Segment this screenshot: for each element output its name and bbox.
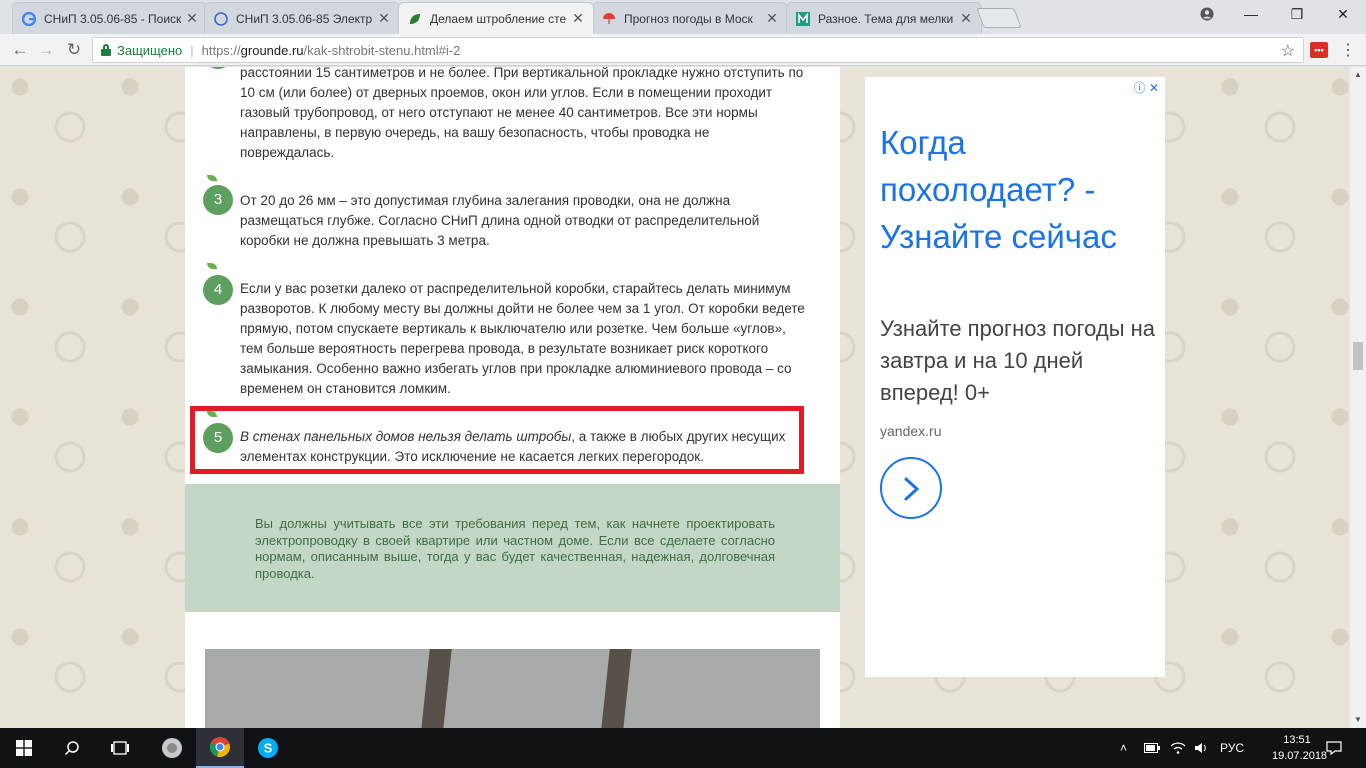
app-icon[interactable] — [148, 728, 196, 768]
volume-icon[interactable] — [1194, 728, 1210, 768]
list-item-text: От 20 до 26 мм – это допустимая глубина … — [240, 193, 760, 248]
article-photo — [205, 649, 820, 728]
close-icon[interactable]: ✕ — [765, 10, 779, 27]
notifications-icon[interactable] — [1326, 728, 1342, 768]
language-indicator[interactable]: РУС — [1220, 728, 1244, 768]
number-badge — [203, 67, 233, 69]
tab-5-title: Разное. Тема для мелки — [818, 11, 954, 26]
tab-4[interactable]: Прогноз погоды в Моск ✕ — [592, 2, 788, 34]
task-view-icon[interactable] — [96, 728, 144, 768]
browser-toolbar: ← → ↻ Защищено | https://grounde.ru/kak-… — [0, 34, 1366, 66]
number-badge: 3 — [203, 185, 233, 215]
bookmark-star-icon[interactable]: ☆ — [1281, 41, 1295, 61]
windows-start-icon[interactable] — [0, 728, 48, 768]
leaf-icon — [207, 263, 217, 269]
tab-2-title: СНиП 3.05.06-85 Электр — [236, 11, 373, 26]
google-icon — [21, 11, 37, 27]
wifi-icon[interactable] — [1170, 728, 1186, 768]
battery-icon[interactable] — [1144, 728, 1160, 768]
window-close-icon[interactable]: ✕ — [1320, 0, 1366, 28]
close-icon[interactable]: ✕ — [377, 10, 391, 27]
reload-icon[interactable]: ↻ — [62, 38, 86, 62]
umbrella-icon — [601, 11, 617, 27]
secure-label: Защищено — [117, 42, 183, 58]
tab-strip: СНиП 3.05.06-85 - Поиск ✕ СНиП 3.05.06-8… — [0, 0, 1366, 34]
ad-choices-icon[interactable]: ⓘ ✕ — [1134, 79, 1159, 96]
extension-icon[interactable]: ••• — [1310, 42, 1328, 58]
tab-3-active[interactable]: Делаем штробление сте ✕ — [398, 2, 594, 34]
article-content: расстоянии 15 сантиметров и не более. Пр… — [185, 67, 840, 728]
menu-dots-icon[interactable]: ⋮ — [1340, 40, 1356, 60]
lock-icon — [101, 44, 111, 56]
callout-text: Вы должны учитывать все эти требования п… — [255, 516, 775, 581]
list-item-text: Если у вас розетки далеко от распределит… — [240, 281, 805, 396]
chevron-right-icon — [904, 477, 920, 501]
url-host: grounde.ru — [240, 42, 304, 58]
tab-1[interactable]: СНиП 3.05.06-85 - Поиск ✕ — [12, 2, 208, 34]
clock-time: 13:51 — [1283, 734, 1311, 746]
compass-icon — [213, 11, 229, 27]
new-tab-button[interactable] — [976, 8, 1022, 28]
tab-5[interactable]: Разное. Тема для мелки ✕ — [786, 2, 982, 34]
highlight-frame — [190, 406, 804, 474]
profile-icon[interactable] — [1184, 0, 1230, 28]
address-bar[interactable]: Защищено | https://grounde.ru/kak-shtrob… — [92, 37, 1304, 63]
chrome-icon[interactable] — [196, 728, 244, 768]
tab-4-title: Прогноз погоды в Моск — [624, 11, 753, 26]
search-icon[interactable] — [48, 728, 96, 768]
tab-3-title: Делаем штробление сте — [430, 11, 567, 26]
scroll-thumb[interactable] — [1353, 342, 1363, 370]
url-scheme: https:// — [201, 42, 241, 58]
divider: | — [190, 42, 194, 58]
clock[interactable]: 13:51 19.07.2018 — [1272, 732, 1328, 764]
url-path: /kak-shtrobit-stenu.html#i-2 — [303, 42, 461, 58]
ad-body: Узнайте прогноз погоды на завтра и на 10… — [880, 316, 1156, 405]
list-item-text: расстоянии 15 сантиметров и не более. Пр… — [240, 67, 804, 160]
tab-1-title: СНиП 3.05.06-85 - Поиск — [44, 11, 181, 26]
ad-arrow-button[interactable] — [880, 457, 942, 519]
windows-taskbar: S ˄ РУС 13:51 19.07.2018 — [0, 728, 1366, 768]
advertisement[interactable]: ⓘ ✕ Когда похолодает? - Узнайте сейчас У… — [865, 77, 1165, 677]
page-viewport: расстоянии 15 сантиметров и не более. Пр… — [0, 67, 1350, 728]
leaf-icon — [407, 11, 423, 27]
restore-icon[interactable]: ❐ — [1274, 0, 1320, 28]
tab-2[interactable]: СНиП 3.05.06-85 Электр ✕ — [204, 2, 400, 34]
m-icon — [795, 11, 811, 27]
svg-text:S: S — [264, 741, 273, 756]
ad-headline[interactable]: Когда похолодает? - Узнайте сейчас — [880, 119, 1155, 260]
minimize-icon[interactable]: — — [1228, 0, 1274, 28]
number-badge: 4 — [203, 275, 233, 305]
scroll-down-icon[interactable]: ▼ — [1350, 712, 1366, 728]
close-icon[interactable]: ✕ — [571, 10, 585, 27]
callout-box: Вы должны учитывать все эти требования п… — [185, 484, 840, 612]
clock-date: 19.07.2018 — [1272, 750, 1328, 762]
close-icon[interactable]: ✕ — [959, 10, 973, 27]
skype-icon[interactable]: S — [244, 728, 292, 768]
ad-domain: yandex.ru — [880, 423, 942, 439]
close-icon[interactable]: ✕ — [185, 10, 199, 27]
back-icon[interactable]: ← — [8, 38, 32, 62]
scroll-up-icon[interactable]: ▲ — [1350, 67, 1366, 83]
page-scrollbar[interactable]: ▲ ▼ — [1350, 67, 1366, 728]
leaf-icon — [207, 175, 217, 181]
tray-chevron-icon[interactable]: ˄ — [1120, 728, 1127, 768]
forward-icon[interactable]: → — [34, 38, 58, 62]
